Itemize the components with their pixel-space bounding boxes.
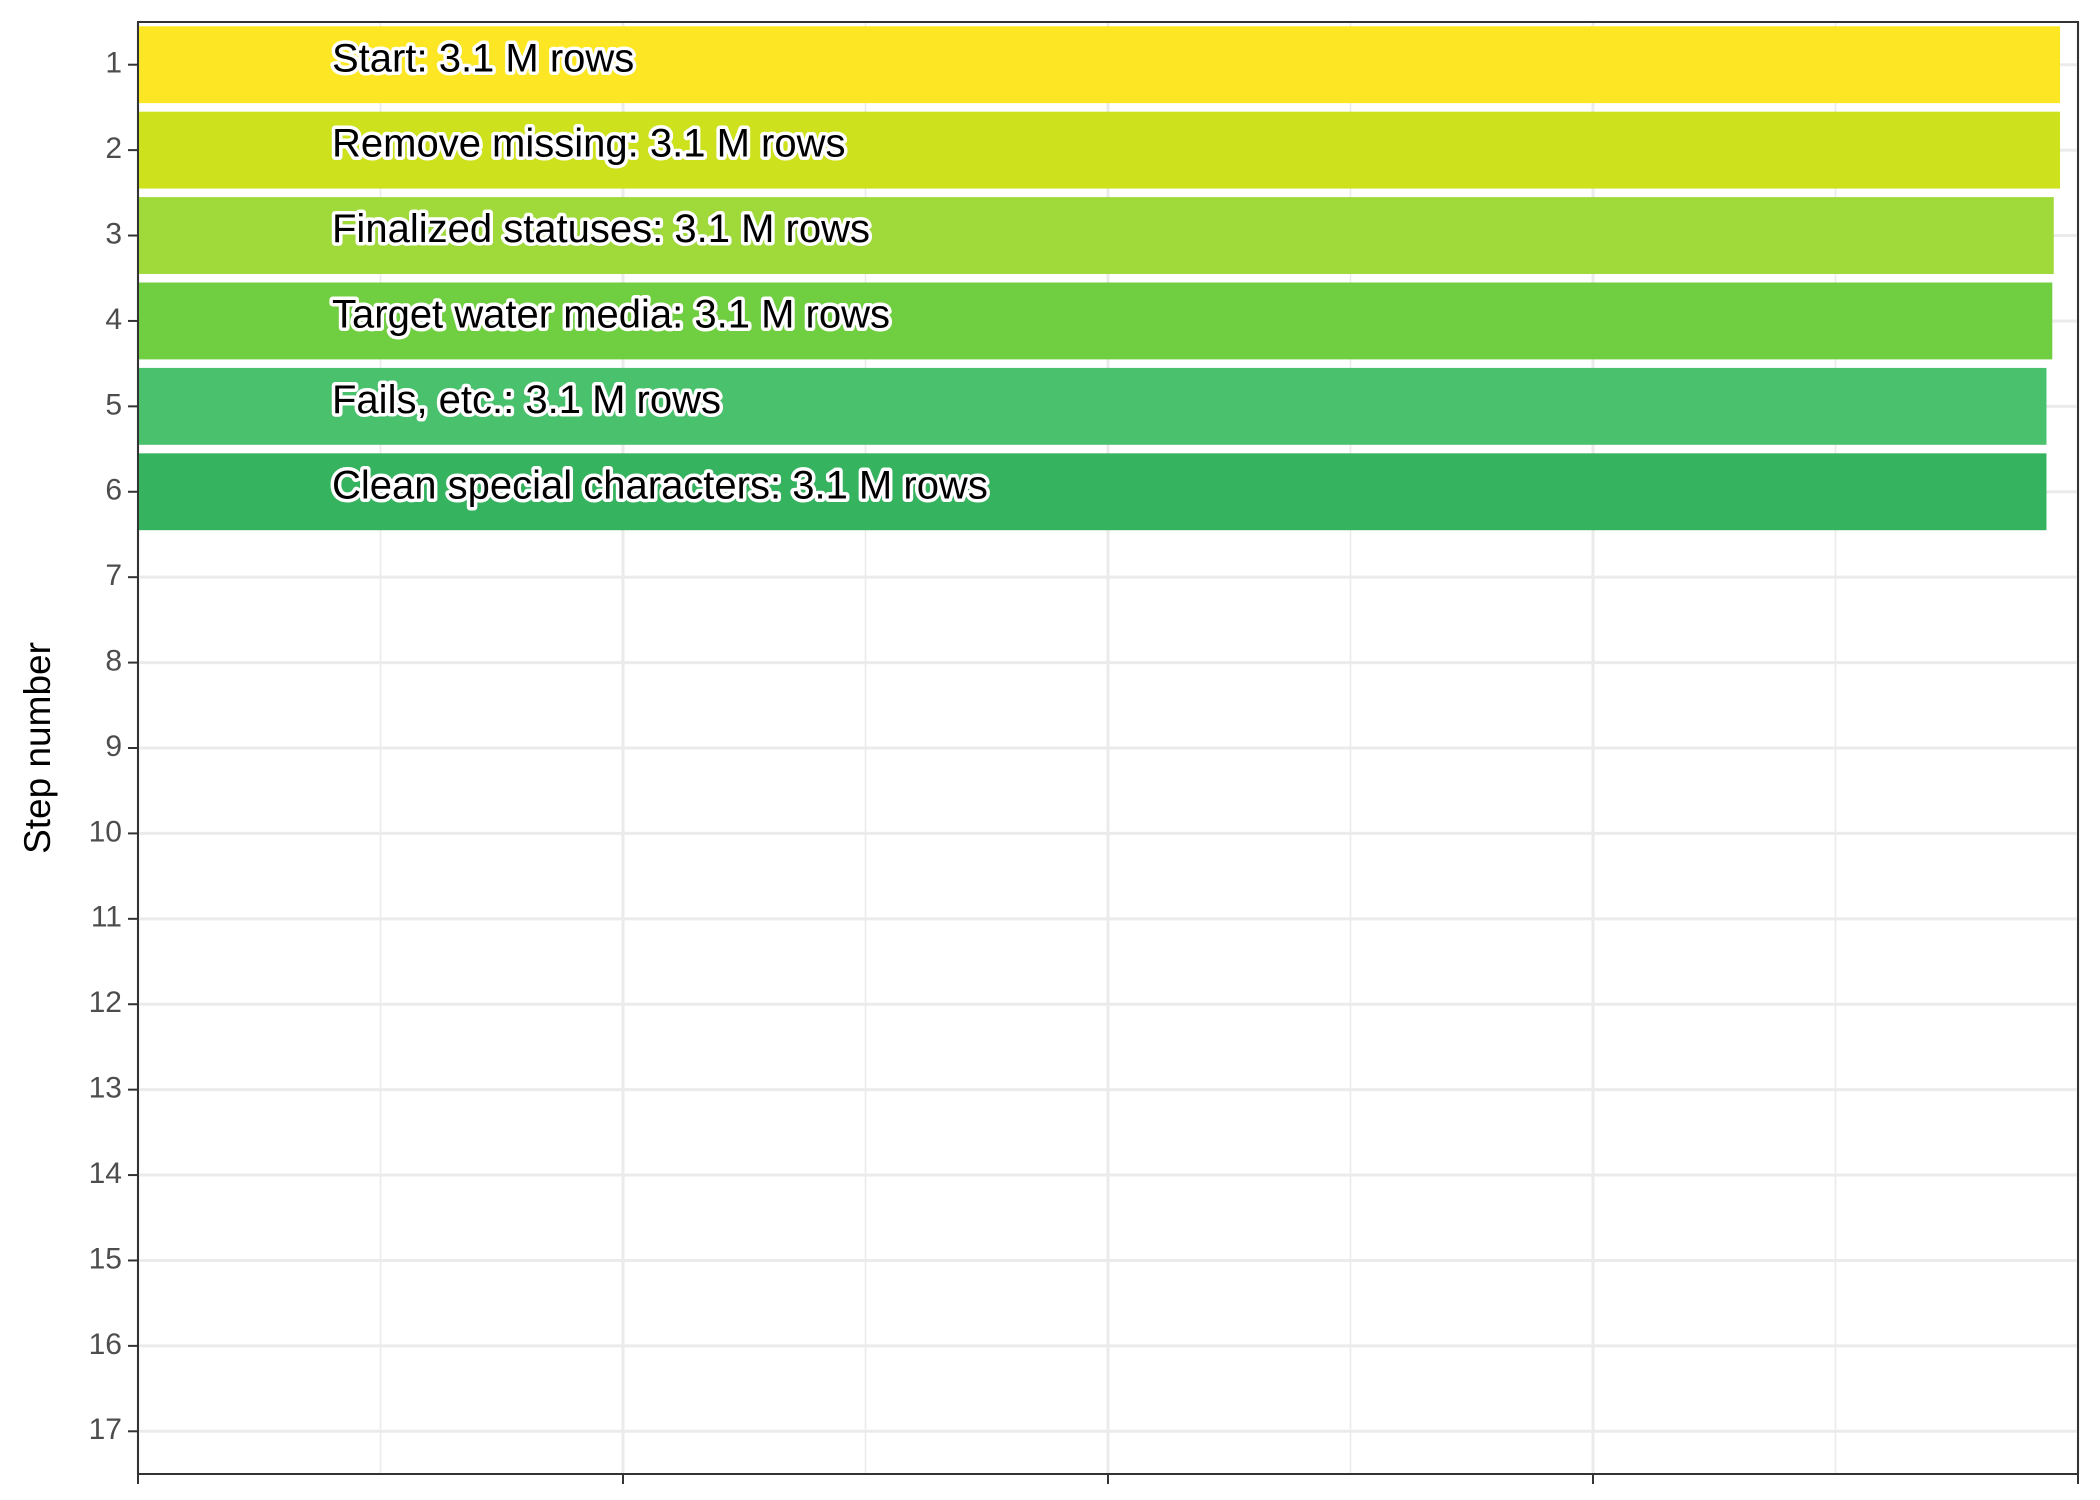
y-tick-label: 9 [105, 730, 122, 763]
y-tick-label: 12 [89, 986, 122, 1019]
y-tick-label: 16 [89, 1328, 122, 1361]
y-tick-label: 17 [89, 1413, 122, 1446]
y-tick-label: 13 [89, 1072, 122, 1105]
bar-label-step-2: Remove missing: 3.1 M rows [332, 122, 845, 166]
y-tick-label: 1 [105, 47, 122, 80]
y-tick-label: 3 [105, 217, 122, 250]
y-tick-label: 11 [91, 901, 122, 934]
x-axis [137, 1474, 2079, 1484]
y-tick-label: 7 [105, 559, 122, 592]
bar-label-step-4: Target water media: 3.1 M rows [332, 293, 890, 337]
y-tick-label: 15 [89, 1242, 122, 1275]
bar-label-step-5: Fails, etc.: 3.1 M rows [332, 378, 721, 422]
step-bar-chart: Start: 3.1 M rows Remove missing: 3.1 M r… [17, 21, 2080, 1484]
y-tick-label: 6 [105, 474, 122, 507]
y-axis: 1234567891011121314151617 [89, 47, 138, 1446]
y-tick-label: 4 [105, 303, 122, 336]
bar-label-step-3: Finalized statuses: 3.1 M rows [332, 207, 870, 251]
y-axis-title: Step number [17, 642, 58, 854]
y-tick-label: 8 [105, 645, 122, 678]
bar-label-step-6: Clean special characters: 3.1 M rows [332, 463, 988, 507]
y-tick-label: 10 [89, 815, 122, 848]
chart-container: Start: 3.1 M rows Remove missing: 3.1 M r… [0, 0, 2100, 1500]
y-tick-label: 2 [105, 132, 122, 165]
y-tick-label: 5 [105, 388, 122, 421]
y-tick-label: 14 [89, 1157, 122, 1190]
bar-label-step-1: Start: 3.1 M rows [332, 36, 634, 80]
